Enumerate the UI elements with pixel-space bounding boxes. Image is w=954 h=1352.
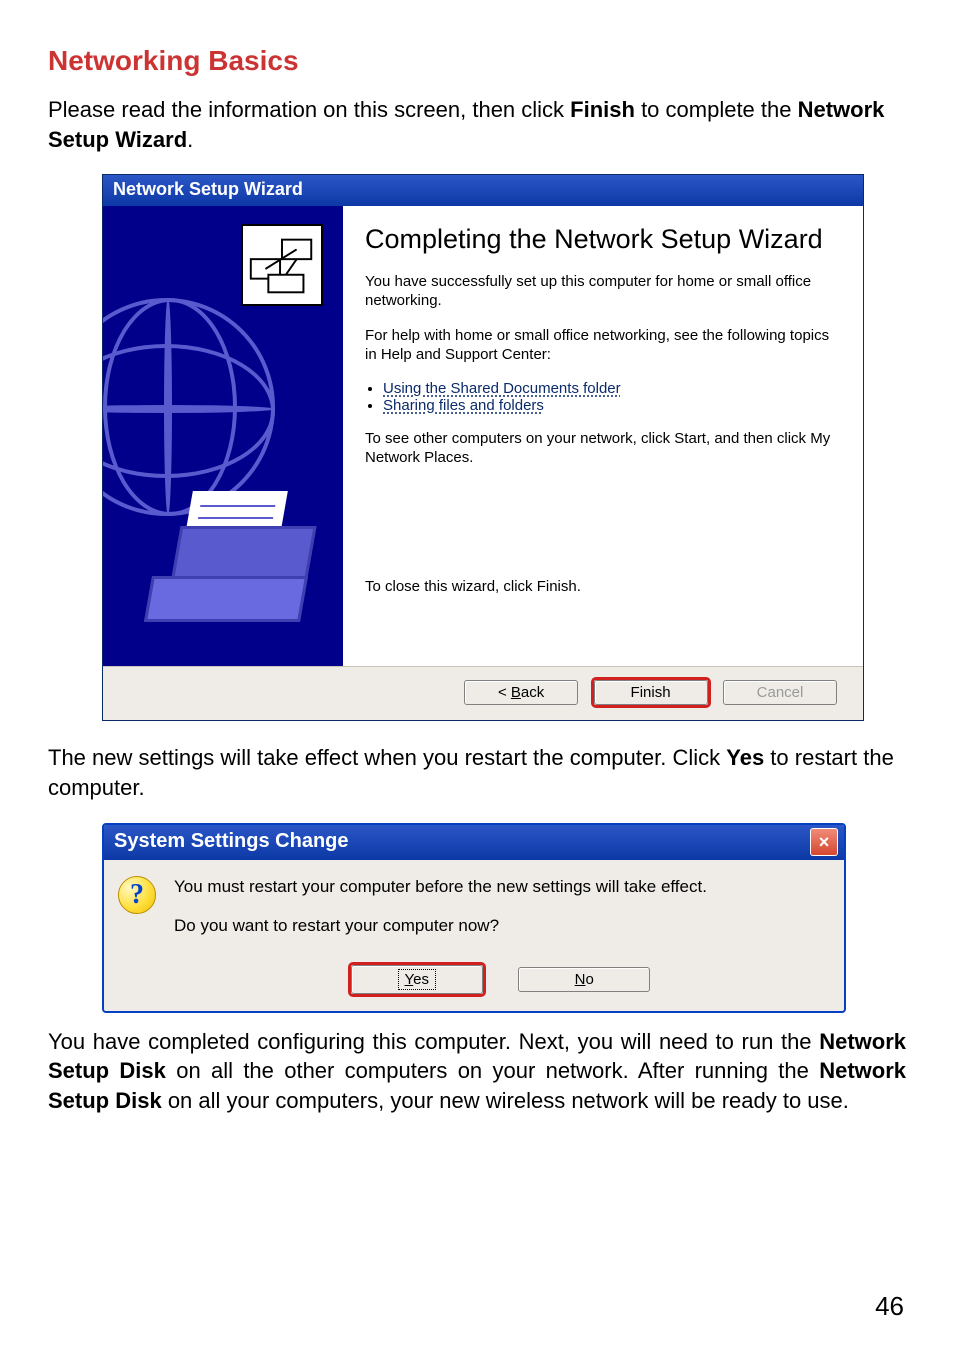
outro-paragraph: You have completed configuring this comp… <box>48 1027 906 1116</box>
wizard-network-places-tip: To see other computers on your network, … <box>365 430 841 468</box>
wizard-button-bar: < Back Finish Cancel <box>103 666 863 720</box>
no-mnemonic: N <box>575 971 586 988</box>
wizard-help-intro: For help with home or small office netwo… <box>365 327 841 365</box>
yes-mnemonic: Y <box>405 971 414 988</box>
finish-button-highlight: Finish <box>591 677 711 708</box>
no-button[interactable]: No <box>518 967 650 992</box>
dialog-title-bar: System Settings Change × <box>104 825 844 860</box>
section-heading: Networking Basics <box>48 45 906 77</box>
close-icon[interactable]: × <box>810 828 838 856</box>
system-settings-change-dialog: System Settings Change × ? You must rest… <box>102 823 846 1013</box>
network-icon <box>241 224 323 306</box>
back-rest: ack <box>521 684 544 701</box>
yes-rest: es <box>413 971 429 988</box>
yes-button[interactable]: Yes <box>351 965 483 994</box>
dialog-line-2: Do you want to restart your computer now… <box>174 915 707 938</box>
printer-graphic <box>143 496 313 646</box>
globe-graphic <box>103 298 275 516</box>
dialog-body: ? You must restart your computer before … <box>104 860 844 960</box>
dialog-button-bar: Yes No <box>104 960 844 1011</box>
no-rest: o <box>585 971 593 988</box>
page-number: 46 <box>875 1291 904 1322</box>
back-mnemonic: B <box>511 684 521 701</box>
wizard-close-instruction: To close this wizard, click Finish. <box>365 578 841 597</box>
mid-text-1: The new settings will take effect when y… <box>48 745 726 770</box>
dialog-line-1: You must restart your computer before th… <box>174 876 707 899</box>
outro-3: on all your computers, your new wireless… <box>162 1088 849 1113</box>
back-prefix: < <box>498 684 511 701</box>
back-button[interactable]: < Back <box>464 680 578 705</box>
wizard-body: Completing the Network Setup Wizard You … <box>103 206 863 666</box>
outro-2: on all the other computers on your netwo… <box>166 1058 819 1083</box>
intro-text: Please read the information on this scre… <box>48 97 570 122</box>
wizard-help-links: Using the Shared Documents folder Sharin… <box>365 380 841 414</box>
link-shared-documents[interactable]: Using the Shared Documents folder <box>383 380 621 397</box>
wizard-side-art <box>103 206 343 666</box>
intro-period: . <box>187 127 193 152</box>
restart-instruction: The new settings will take effect when y… <box>48 743 906 802</box>
link-sharing-files[interactable]: Sharing files and folders <box>383 397 544 414</box>
wizard-main-pane: Completing the Network Setup Wizard You … <box>343 206 863 666</box>
wizard-title-bar: Network Setup Wizard <box>103 175 863 206</box>
intro-text-2: to complete the <box>635 97 798 122</box>
outro-1: You have completed configuring this comp… <box>48 1029 819 1054</box>
network-setup-wizard-window: Network Setup Wizard <box>102 174 864 721</box>
wizard-heading: Completing the Network Setup Wizard <box>365 224 841 255</box>
intro-paragraph: Please read the information on this scre… <box>48 95 906 154</box>
mid-yes-word: Yes <box>726 745 764 770</box>
wizard-success-text: You have successfully set up this comput… <box>365 273 841 311</box>
dialog-title-text: System Settings Change <box>114 830 349 853</box>
finish-button[interactable]: Finish <box>594 680 708 705</box>
yes-button-highlight: Yes <box>348 962 486 997</box>
dialog-message: You must restart your computer before th… <box>174 876 707 954</box>
cancel-button: Cancel <box>723 680 837 705</box>
intro-finish-word: Finish <box>570 97 635 122</box>
question-icon: ? <box>118 876 156 914</box>
